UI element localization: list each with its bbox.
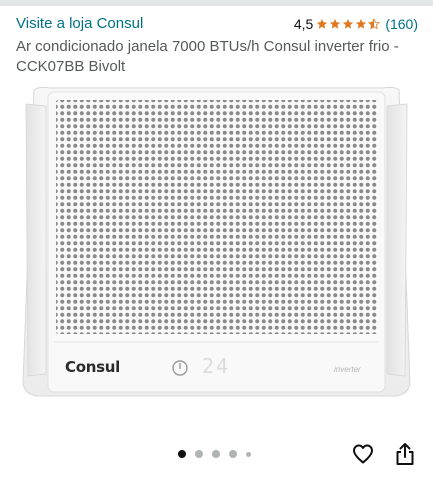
- carousel-dot-1[interactable]: [178, 450, 186, 458]
- product-image[interactable]: Consul 24 inverter: [20, 84, 413, 402]
- share-button[interactable]: [391, 440, 419, 468]
- top-divider: [0, 0, 433, 6]
- star-icon: [317, 19, 328, 29]
- product-header: Visite a loja Consul 4,5 (160): [16, 14, 418, 34]
- half-star-icon: [368, 18, 381, 30]
- rating-value: 4,5: [293, 16, 314, 32]
- wishlist-button[interactable]: [349, 440, 377, 468]
- heart-icon: [353, 444, 373, 464]
- temperature-display: 24: [202, 354, 231, 378]
- rating-summary[interactable]: 4,5 (160): [294, 14, 418, 34]
- star-icon: [330, 19, 341, 29]
- share-icon: [396, 443, 414, 465]
- product-title: Ar condicionado janela 7000 BTUs/h Consu…: [16, 38, 399, 75]
- star-icon: [343, 19, 354, 29]
- visit-store-link[interactable]: Visite a loja Consul: [16, 14, 143, 34]
- carousel-dot-5[interactable]: [246, 451, 251, 457]
- rating-count[interactable]: (160): [385, 16, 418, 32]
- image-carousel-indicator[interactable]: [178, 449, 260, 459]
- star-icon: [356, 19, 367, 29]
- carousel-dot-3[interactable]: [212, 450, 220, 458]
- brand-logo: Consul: [65, 358, 120, 376]
- inverter-badge: inverter: [334, 365, 361, 374]
- rating-stars: [316, 18, 381, 30]
- carousel-dot-2[interactable]: [195, 450, 203, 458]
- carousel-dot-4[interactable]: [229, 450, 237, 458]
